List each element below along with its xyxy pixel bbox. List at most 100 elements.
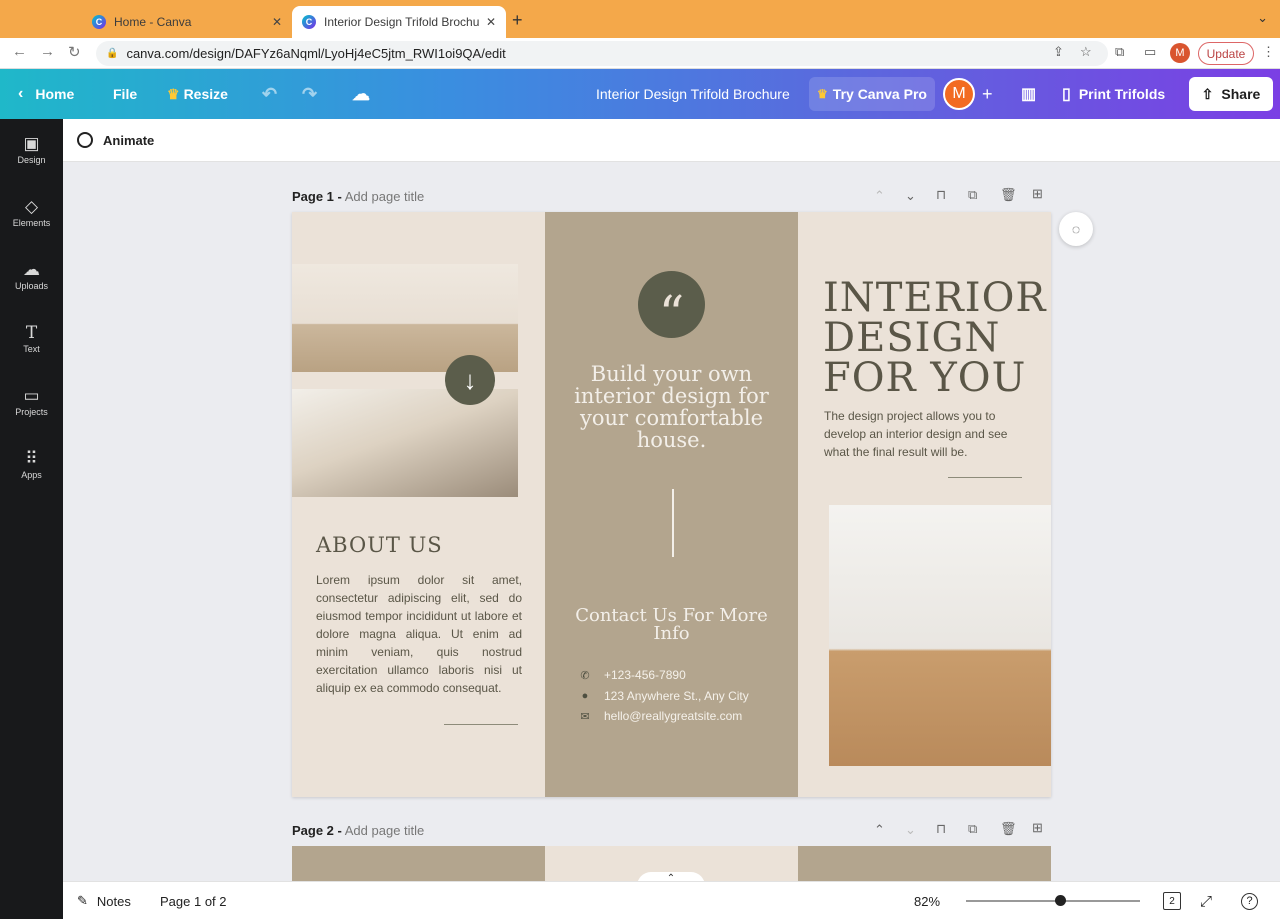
tab-title: Interior Design Trifold Brochure [324,15,480,29]
add-collaborator-icon[interactable]: + [982,69,993,119]
left-sidebar: ▣ Design ◇ Elements ☁ Uploads T Text ▭ P… [0,119,63,919]
sidebar-item-label: Text [23,344,40,354]
page-2-header: Page 2 - Add page title [292,823,424,838]
help-question-icon: ? [1241,892,1258,910]
tab-search-chevron-icon[interactable]: ⌄ [1257,10,1268,26]
about-us-text[interactable]: Lorem ipsum dolor sit amet, consectetur … [316,571,522,697]
contact-phone[interactable]: ✆ +123-456-7890 [578,668,798,682]
move-page-down-icon[interactable]: ⌄ [905,188,916,204]
crown-icon: ♛ [167,85,180,102]
home-button[interactable]: ‹ Home [18,69,74,119]
page-label: Page 1 - [292,189,342,204]
page-2-right-panel [798,846,1051,881]
sidebar-item-projects[interactable]: ▭ Projects [0,371,63,431]
email-text: hello@reallygreatsite.com [604,709,743,723]
print-label: Print Trifolds [1078,86,1166,102]
forward-arrow-icon[interactable]: → [40,43,55,60]
notes-button[interactable]: ✎ Notes [77,882,131,919]
delete-page-icon[interactable]: 🗑 [1000,187,1017,203]
zoom-slider-handle[interactable] [1055,895,1066,906]
move-page-up-icon[interactable]: ⌃ [874,822,885,838]
extensions-puzzle-icon[interactable]: ⧉ [1115,44,1124,60]
print-trifolds-button[interactable]: ▯ Print Trifolds [1062,69,1165,119]
map-fold-icon: ▯ [1062,86,1071,103]
text-t-icon: T [25,323,38,343]
contact-address[interactable]: ● 123 Anywhere St., Any City [578,689,798,703]
sidebar-item-uploads[interactable]: ☁ Uploads [0,245,63,305]
animate-button[interactable]: Animate [77,132,154,148]
page-2-canvas[interactable]: ⌃ [292,846,1051,881]
new-tab-button[interactable]: + [512,10,523,31]
url-field[interactable]: 🔒 canva.com/design/DAFYz6aNqml/LyoHj4eC5… [96,41,1108,66]
bedroom-photo[interactable] [829,505,1051,766]
about-us-heading[interactable]: ABOUT US [316,533,443,557]
share-button[interactable]: ⇧ Share [1189,77,1273,111]
lock-page-icon[interactable]: ⊓ [936,187,946,203]
close-tab-icon[interactable]: ✕ [486,15,496,29]
zoom-slider-track[interactable] [966,900,1140,902]
sidebar-item-text[interactable]: T Text [0,308,63,368]
folder-icon: ▭ [23,386,40,405]
resize-button[interactable]: ♛ Resize [167,69,228,119]
interior-design-title[interactable]: INTERIOR DESIGN FOR YOU [823,278,1046,398]
user-avatar[interactable]: M [943,78,975,110]
duplicate-page-icon[interactable]: ⧉ [968,821,977,837]
contact-email[interactable]: ✉ hello@reallygreatsite.com [578,709,798,723]
move-page-up-icon[interactable]: ⌃ [874,188,885,204]
divider-line [444,724,518,725]
browser-update-button[interactable]: Update [1198,42,1254,65]
sidebar-item-apps[interactable]: ⠿ Apps [0,434,63,494]
show-pages-chevron-icon[interactable]: ⌃ [637,872,705,881]
page-title-input[interactable]: Add page title [345,823,425,838]
move-page-down-icon[interactable]: ⌄ [905,822,916,838]
page-grid-view-button[interactable]: 2 [1163,892,1181,910]
contact-heading[interactable]: Contact Us For More Info [562,607,781,643]
fullscreen-icon[interactable]: ⤢ [1200,882,1212,919]
close-tab-icon[interactable]: ✕ [272,15,282,29]
side-panel-icon[interactable]: ▭ [1144,44,1156,60]
try-pro-label: Try Canva Pro [832,86,927,102]
share-page-icon[interactable]: ⇪ [1053,44,1064,60]
reload-icon[interactable]: ↻ [68,43,81,61]
duplicate-page-icon[interactable]: ⧉ [968,187,977,203]
document-title[interactable]: Interior Design Trifold Brochure [596,69,790,119]
sidebar-item-label: Projects [15,407,48,417]
living-room-photo[interactable] [292,264,518,372]
arrow-down-icon: ↓ [445,355,495,405]
try-canva-pro-button[interactable]: ♛ Try Canva Pro [809,77,935,111]
interior-design-text[interactable]: The design project allows you to develop… [824,407,1024,461]
address-bar: ← → ↻ 🔒 canva.com/design/DAFYz6aNqml/Lyo… [0,38,1280,69]
redo-icon[interactable]: ↷ [302,69,317,119]
bottom-bar: ✎ Notes Page 1 of 2 82% 2 ⤢ ? [63,881,1280,919]
delete-page-icon[interactable]: 🗑 [1000,821,1017,837]
browser-tab-brochure[interactable]: C Interior Design Trifold Brochure ✕ [292,6,506,38]
browser-menu-icon[interactable]: ⋮ [1262,44,1275,60]
insights-chart-icon[interactable]: ▥ [1021,69,1036,119]
undo-icon[interactable]: ↶ [262,69,277,119]
sidebar-item-design[interactable]: ▣ Design [0,119,63,179]
cloud-save-icon[interactable]: ☁ [352,69,370,119]
browser-tab-strip: C Home - Canva ✕ C Interior Design Trifo… [0,0,1280,38]
browser-tab-home[interactable]: C Home - Canva ✕ [82,6,292,38]
add-comment-icon[interactable]: ◌ [1059,212,1093,246]
phone-text: +123-456-7890 [604,668,686,682]
divider-line [948,477,1022,478]
sidebar-item-elements[interactable]: ◇ Elements [0,182,63,242]
page-title-input[interactable]: Add page title [345,189,425,204]
help-icon[interactable]: ? [1241,882,1258,919]
add-page-icon[interactable]: ⊞ [1032,186,1043,202]
page-1-canvas[interactable]: ↓ ABOUT US Lorem ipsum dolor sit amet, c… [292,212,1051,797]
lock-page-icon[interactable]: ⊓ [936,821,946,837]
chevron-left-icon: ‹ [18,85,24,102]
page-1-header: Page 1 - Add page title [292,189,424,204]
resize-label: Resize [183,86,228,102]
lounge-stairs-photo[interactable] [292,389,518,497]
zoom-level[interactable]: 82% [914,882,940,919]
middle-heading[interactable]: Build your own interior design for your … [562,363,781,451]
file-menu-button[interactable]: File [113,69,137,119]
bookmark-star-icon[interactable]: ☆ [1080,44,1092,60]
browser-profile-avatar[interactable]: M [1170,43,1190,63]
back-arrow-icon[interactable]: ← [12,43,27,60]
vertical-divider [672,489,674,557]
add-page-icon[interactable]: ⊞ [1032,820,1043,836]
